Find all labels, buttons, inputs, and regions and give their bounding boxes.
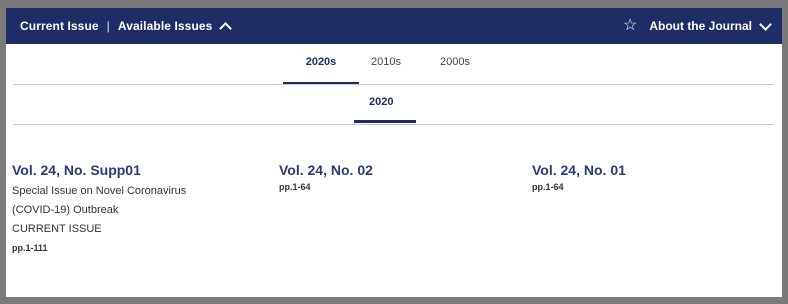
issue-card: Vol. 24, No. 02 pp.1-64 [279, 162, 373, 192]
issue-card: Vol. 24, No. Supp01 Special Issue on Nov… [12, 162, 186, 253]
issues-panel: Current Issue | Available Issues ☆ About… [6, 8, 782, 297]
active-year-indicator [354, 120, 416, 123]
window-frame: Current Issue | Available Issues ☆ About… [0, 0, 788, 304]
tab-2010s[interactable]: 2010s [363, 56, 409, 68]
current-issue-link[interactable]: Current Issue [20, 19, 99, 33]
journal-navbar: Current Issue | Available Issues ☆ About… [6, 8, 782, 44]
current-issue-label: CURRENT ISSUE [12, 223, 102, 235]
year-tabs: 2020 [6, 86, 782, 126]
available-issues-toggle[interactable]: Available Issues [118, 19, 213, 33]
issue-pages: pp.1-111 [12, 243, 48, 253]
nav-separator: | [106, 19, 110, 33]
issue-card: Vol. 24, No. 01 pp.1-64 [532, 162, 626, 192]
issue-title-link[interactable]: Vol. 24, No. 02 [279, 162, 373, 178]
year-divider [14, 124, 774, 125]
tab-2020s[interactable]: 2020s [298, 56, 344, 68]
issue-pages: pp.1-64 [279, 182, 311, 192]
tabs-divider [14, 84, 774, 85]
navbar-left: Current Issue | Available Issues [20, 8, 233, 44]
chevron-up-icon[interactable] [219, 22, 233, 35]
issue-title-link[interactable]: Vol. 24, No. 01 [532, 162, 626, 178]
issue-title-link[interactable]: Vol. 24, No. Supp01 [12, 162, 186, 178]
tab-year-2020[interactable]: 2020 [369, 96, 393, 108]
issue-description-line: (COVID-19) Outbreak [12, 204, 119, 216]
about-journal-link[interactable]: About the Journal [649, 19, 752, 33]
decade-tabs: 2020s 2010s 2000s [6, 44, 782, 85]
issue-pages: pp.1-64 [532, 182, 564, 192]
issue-description-line: Special Issue on Novel Coronavirus [12, 185, 187, 197]
tab-2000s[interactable]: 2000s [432, 56, 478, 68]
navbar-right: ☆ About the Journal [623, 8, 772, 44]
star-icon[interactable]: ☆ [623, 18, 637, 34]
chevron-down-icon[interactable] [759, 18, 772, 31]
